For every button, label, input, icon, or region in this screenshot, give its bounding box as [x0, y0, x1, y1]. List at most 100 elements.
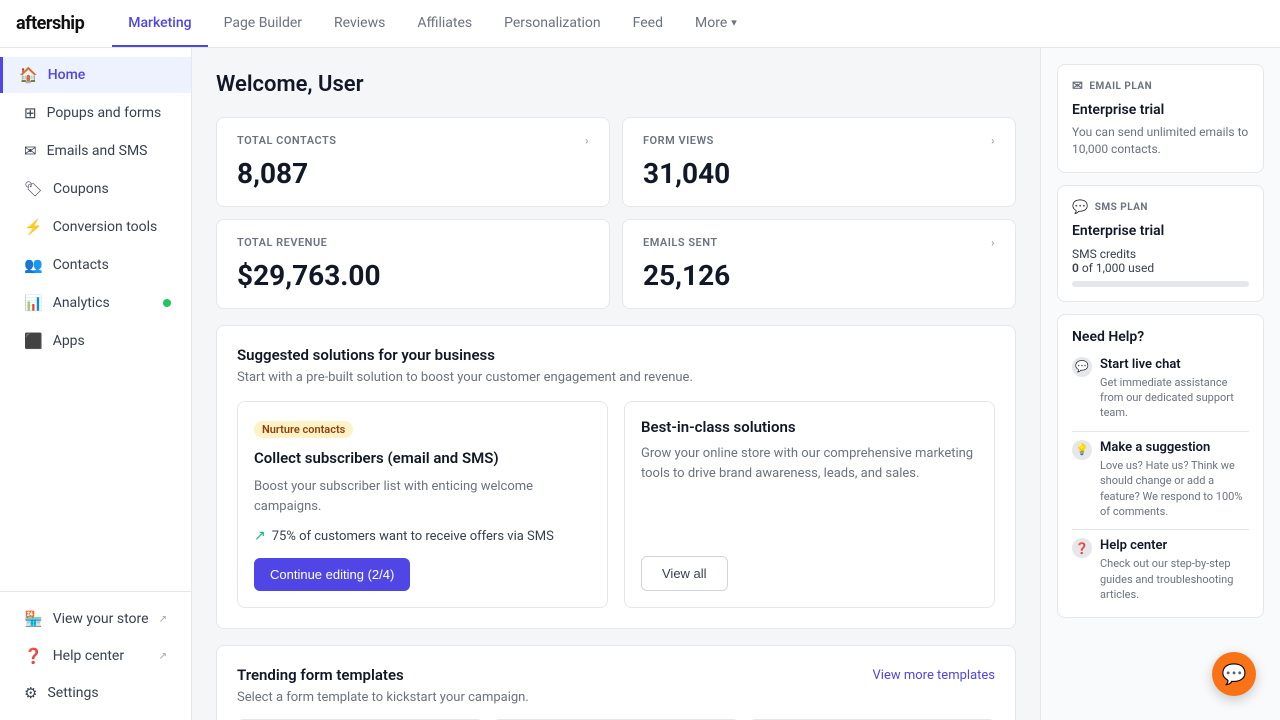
stat-label: EMAILS SENT ›: [643, 236, 995, 249]
stat-value: $29,763.00: [237, 259, 589, 292]
sms-plan-card: 💬 SMS PLAN Enterprise trial SMS credits …: [1057, 185, 1264, 302]
helpcenter-icon: ❓: [1072, 538, 1092, 558]
trending-section: Trending form templates View more templa…: [216, 645, 1016, 720]
helpcenter-title: Help center: [1100, 538, 1249, 553]
trending-subtitle: Select a form template to kickstart your…: [237, 690, 995, 705]
stats-grid: TOTAL CONTACTS › 8,087 FORM VIEWS › 31,0…: [216, 117, 1016, 309]
nav-tab-affiliates[interactable]: Affiliates: [401, 0, 488, 47]
sms-plan-header: 💬 SMS PLAN: [1072, 200, 1249, 215]
stat-value: 31,040: [643, 157, 995, 190]
helpcenter-desc: Check out our step-by-step guides and tr…: [1100, 556, 1249, 602]
stat-label: TOTAL CONTACTS ›: [237, 134, 589, 147]
sidebar-item-home[interactable]: 🏠 Home: [0, 57, 191, 93]
view-all-button[interactable]: View all: [641, 556, 728, 591]
solutions-card: Suggested solutions for your business St…: [216, 325, 1016, 629]
page-title: Welcome, User: [216, 72, 1016, 97]
chevron-right-icon: ›: [991, 134, 995, 147]
help-card: Need Help? 💬 Start live chat Get immedia…: [1057, 314, 1264, 618]
stat-label: FORM VIEWS ›: [643, 134, 995, 147]
top-nav: aftership Marketing Page Builder Reviews…: [0, 0, 1280, 48]
solution-nurture: Nurture contacts Collect subscribers (em…: [237, 401, 608, 608]
suggestion-icon: 💡: [1072, 440, 1092, 460]
nav-tab-marketing[interactable]: Marketing: [112, 0, 207, 47]
nav-tab-more[interactable]: More ▾: [679, 0, 753, 47]
help-item-livechat[interactable]: 💬 Start live chat Get immediate assistan…: [1072, 357, 1249, 421]
tag-icon: 🏷: [24, 180, 43, 198]
external-link-icon: ↗: [159, 651, 167, 662]
stat-card-formviews[interactable]: FORM VIEWS › 31,040: [622, 117, 1016, 207]
solution-left-desc: Boost your subscriber list with enticing…: [254, 477, 591, 516]
help-item-helpcenter[interactable]: ❓ Help center Check out our step-by-step…: [1072, 538, 1249, 602]
livechat-desc: Get immediate assistance from our dedica…: [1100, 375, 1249, 421]
suggestion-title: Make a suggestion: [1100, 440, 1249, 455]
chevron-down-icon: ▾: [731, 16, 737, 29]
help-circle-icon: ❓: [24, 647, 43, 665]
home-icon: 🏠: [19, 66, 38, 84]
nav-tab-pagebuilder[interactable]: Page Builder: [208, 0, 318, 47]
sidebar-item-popups[interactable]: ⊞ Popups and forms: [8, 95, 183, 131]
sidebar-item-settings[interactable]: ⚙ Settings: [8, 675, 183, 711]
sidebar-item-apps[interactable]: ⬛ Apps: [8, 323, 183, 359]
nav-tabs: Marketing Page Builder Reviews Affiliate…: [112, 0, 753, 47]
solution-right-desc: Grow your online store with our comprehe…: [641, 444, 978, 483]
barchart-icon: 📊: [24, 294, 43, 312]
nav-tab-personalization[interactable]: Personalization: [488, 0, 617, 47]
badge-dot: [163, 299, 171, 307]
stat-card-contacts[interactable]: TOTAL CONTACTS › 8,087: [216, 117, 610, 207]
view-more-templates-link[interactable]: View more templates: [873, 668, 995, 683]
email-icon: ✉: [1072, 79, 1083, 94]
livechat-icon: 💬: [1072, 357, 1092, 377]
chevron-right-icon: ›: [585, 134, 589, 147]
users-icon: 👥: [24, 256, 43, 274]
chevron-right-icon: ›: [991, 236, 995, 249]
right-panel: ✉ EMAIL PLAN Enterprise trial You can se…: [1040, 48, 1280, 720]
nav-tab-feed[interactable]: Feed: [617, 0, 679, 47]
solution-right-title: Best-in-class solutions: [641, 418, 978, 436]
sidebar-item-conversion[interactable]: ⚡ Conversion tools: [8, 209, 183, 245]
solutions-title: Suggested solutions for your business: [237, 346, 995, 364]
chat-fab[interactable]: 💬: [1212, 652, 1256, 696]
stat-value: 8,087: [237, 157, 589, 190]
apps-icon: ⬛: [24, 332, 43, 350]
help-item-suggestion[interactable]: 💡 Make a suggestion Love us? Hate us? Th…: [1072, 440, 1249, 520]
chat-fab-icon: 💬: [1222, 662, 1247, 686]
stat-label: TOTAL REVENUE: [237, 236, 589, 249]
solutions-subtitle: Start with a pre-built solution to boost…: [237, 370, 995, 385]
suggestion-desc: Love us? Hate us? Think we should change…: [1100, 458, 1249, 520]
trending-header: Trending form templates View more templa…: [237, 666, 995, 684]
sidebar-item-analytics[interactable]: 📊 Analytics: [8, 285, 183, 321]
external-link-icon: ↗: [159, 614, 167, 625]
solutions-grid: Nurture contacts Collect subscribers (em…: [237, 401, 995, 608]
logo[interactable]: aftership: [16, 13, 84, 34]
solution-left-title: Collect subscribers (email and SMS): [254, 448, 591, 469]
sms-plan-name: Enterprise trial: [1072, 223, 1249, 239]
sidebar-item-emails[interactable]: ✉ Emails and SMS: [8, 133, 183, 169]
sidebar: 🏠 Home ⊞ Popups and forms ✉ Emails and S…: [0, 48, 192, 720]
stat-value: 25,126: [643, 259, 995, 292]
email-plan-name: Enterprise trial: [1072, 102, 1249, 118]
sidebar-item-viewstore[interactable]: 🏪 View your store ↗: [8, 601, 183, 637]
sidebar-item-coupons[interactable]: 🏷 Coupons: [8, 171, 183, 207]
zap-icon: ⚡: [24, 218, 43, 236]
trending-title: Trending form templates: [237, 666, 404, 684]
solution-bestinclass: Best-in-class solutions Grow your online…: [624, 401, 995, 608]
stat-card-revenue[interactable]: TOTAL REVENUE $29,763.00: [216, 219, 610, 309]
sms-icon: 💬: [1072, 200, 1089, 215]
sidebar-item-helpcenter[interactable]: ❓ Help center ↗: [8, 638, 183, 674]
store-icon: 🏪: [24, 610, 43, 628]
main-content: Welcome, User TOTAL CONTACTS › 8,087 FOR…: [192, 48, 1040, 720]
sms-progress-bar: [1072, 281, 1249, 287]
email-plan-desc: You can send unlimited emails to 10,000 …: [1072, 124, 1249, 158]
continue-editing-button[interactable]: Continue editing (2/4): [254, 558, 410, 591]
email-plan-card: ✉ EMAIL PLAN Enterprise trial You can se…: [1057, 64, 1264, 173]
grid-icon: ⊞: [24, 104, 37, 122]
nav-tab-reviews[interactable]: Reviews: [318, 0, 401, 47]
sidebar-item-contacts[interactable]: 👥 Contacts: [8, 247, 183, 283]
trending-up-icon: ↗: [254, 528, 266, 544]
email-plan-header: ✉ EMAIL PLAN: [1072, 79, 1249, 94]
livechat-title: Start live chat: [1100, 357, 1249, 372]
stat-card-emailssent[interactable]: EMAILS SENT › 25,126: [622, 219, 1016, 309]
mail-icon: ✉: [24, 142, 37, 160]
sms-credits-label: SMS credits 0 of 1,000 used: [1072, 247, 1249, 275]
settings-icon: ⚙: [24, 684, 37, 702]
